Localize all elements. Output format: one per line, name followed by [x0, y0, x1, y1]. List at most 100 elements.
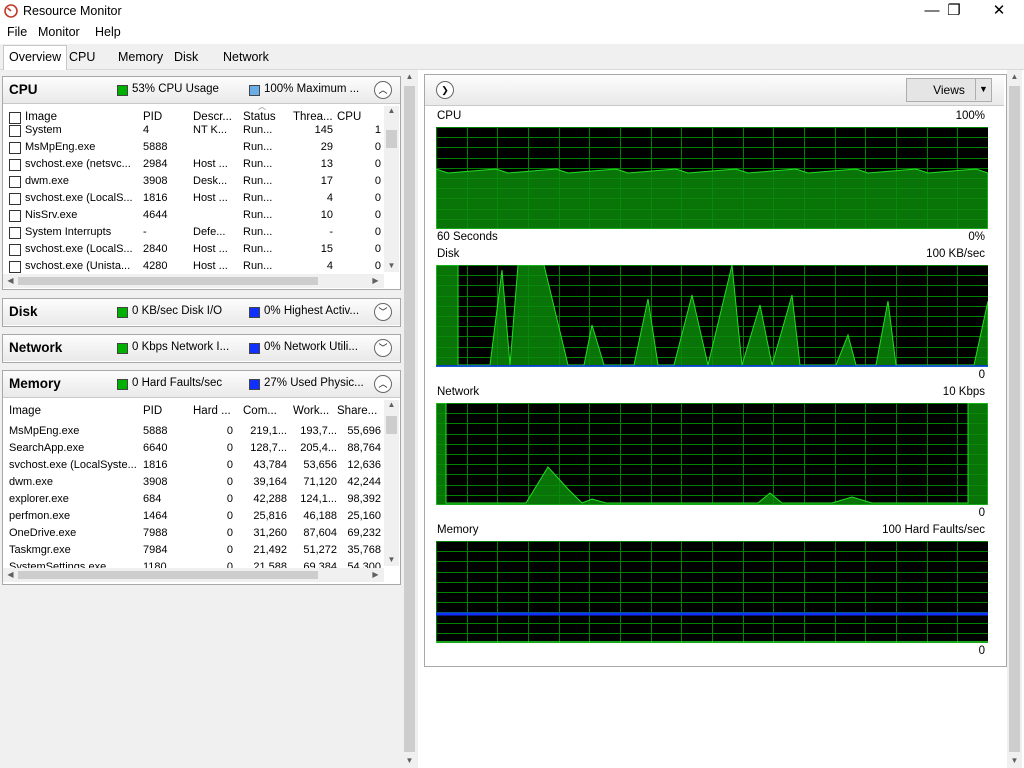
row-checkbox[interactable]: [9, 142, 21, 154]
table-cell: 42,244: [347, 476, 381, 488]
table-row[interactable]: dwm.exe 3908 Desk... Run... 17 0: [3, 173, 384, 190]
row-checkbox[interactable]: [9, 210, 21, 222]
row-checkbox[interactable]: [9, 159, 21, 171]
disk-section-header[interactable]: Disk 0 KB/sec Disk I/O 0% Highest Activ.…: [3, 299, 400, 325]
table-row[interactable]: explorer.exe 684 0 42,288 124,1... 98,392: [3, 491, 384, 508]
table-row[interactable]: MsMpEng.exe 5888 Run... 29 0: [3, 139, 384, 156]
scroll-down-arrow-icon[interactable]: ▼: [384, 555, 399, 564]
table-cell: 2984: [143, 158, 168, 170]
row-checkbox[interactable]: [9, 176, 21, 188]
table-cell: NisSrv.exe: [25, 209, 78, 221]
cpu-section-header[interactable]: CPU 53% CPU Usage 100% Maximum ... ︿: [3, 77, 400, 104]
table-cell: perfmon.exe: [9, 510, 71, 522]
memory-table-hscroll[interactable]: ◀ ▶: [3, 568, 384, 582]
table-row[interactable]: System Interrupts - Defe... Run... - 0: [3, 224, 384, 241]
table-cell: svchost.exe (LocalS...: [25, 192, 133, 204]
table-row[interactable]: svchost.exe (LocalSyste... 1816 0 43,784 53,…: [3, 457, 384, 474]
row-checkbox[interactable]: [9, 244, 21, 256]
tab-network[interactable]: Network: [218, 47, 274, 67]
row-checkbox[interactable]: [9, 227, 21, 239]
table-row[interactable]: System 4 NT K... Run... 145 1: [3, 122, 384, 139]
scroll-thumb[interactable]: [1009, 86, 1020, 752]
table-cell: 31,260: [253, 527, 287, 539]
memory-table-vscroll[interactable]: ▲ ▼: [384, 400, 399, 566]
cpu-table-vscroll[interactable]: ▲ ▼: [384, 106, 399, 272]
table-row[interactable]: dwm.exe 3908 0 39,164 71,120 42,244: [3, 474, 384, 491]
cpu-graph-time: 60 Seconds: [437, 231, 498, 243]
tab-cpu[interactable]: CPU: [64, 47, 100, 67]
scroll-thumb[interactable]: [18, 277, 318, 285]
scroll-up-arrow-icon[interactable]: ▲: [402, 72, 417, 81]
expand-chevron-down-icon[interactable]: ﹀: [374, 339, 392, 357]
right-pane-vscroll[interactable]: ▲ ▼: [1007, 70, 1022, 768]
table-row[interactable]: svchost.exe (Unista... 4280 Host ... Run...…: [3, 258, 384, 275]
table-cell: 53,656: [303, 459, 337, 471]
scroll-up-arrow-icon[interactable]: ▲: [1007, 72, 1022, 81]
column-header-work[interactable]: Work...: [293, 402, 337, 420]
menu-help[interactable]: Help: [95, 25, 121, 39]
tab-disk[interactable]: Disk: [169, 47, 203, 67]
disk-activity-stat: 0% Highest Activ...: [264, 305, 360, 317]
collapse-chevron-right-icon[interactable]: ❯: [436, 81, 454, 99]
table-cell: 98,392: [347, 493, 381, 505]
column-header-hard[interactable]: Hard ...: [193, 402, 233, 420]
table-row[interactable]: NisSrv.exe 4644 Run... 10 0: [3, 207, 384, 224]
scroll-up-arrow-icon[interactable]: ▲: [384, 106, 399, 115]
table-row[interactable]: perfmon.exe 1464 0 25,816 46,188 25,160: [3, 508, 384, 525]
table-cell: svchost.exe (Unista...: [25, 260, 131, 272]
column-header-com[interactable]: Com...: [243, 402, 287, 420]
row-checkbox[interactable]: [9, 125, 21, 137]
table-cell: 128,7...: [250, 442, 287, 454]
scroll-down-arrow-icon[interactable]: ▼: [1007, 756, 1022, 765]
cpu-graph-title: CPU: [437, 110, 462, 122]
scroll-right-arrow-icon[interactable]: ▶: [368, 276, 383, 285]
table-cell: svchost.exe (LocalSyste...: [9, 459, 137, 471]
network-section-title: Network: [9, 340, 63, 355]
menu-file[interactable]: File: [7, 25, 27, 39]
table-row[interactable]: svchost.exe (LocalS... 2840 Host ... Run...…: [3, 241, 384, 258]
scroll-down-arrow-icon[interactable]: ▼: [384, 261, 399, 270]
memory-process-table: Image PID Hard ... Com... Work... Share... MsM…: [3, 402, 384, 573]
scroll-left-arrow-icon[interactable]: ◀: [3, 276, 18, 285]
scroll-thumb[interactable]: [386, 416, 397, 434]
menu-monitor[interactable]: Monitor: [38, 25, 80, 39]
views-dropdown-arrow-icon[interactable]: ▼: [975, 78, 991, 100]
cpu-table-hscroll[interactable]: ◀ ▶: [3, 274, 384, 288]
tab-memory[interactable]: Memory: [113, 47, 168, 67]
table-row[interactable]: OneDrive.exe 7988 0 31,260 87,604 69,232: [3, 525, 384, 542]
collapse-chevron-up-icon[interactable]: ︿: [374, 375, 392, 393]
tab-overview[interactable]: Overview: [3, 45, 68, 70]
table-cell: 0: [374, 158, 381, 170]
memory-graph-title: Memory: [437, 524, 479, 536]
table-row[interactable]: Taskmgr.exe 7984 0 21,492 51,272 35,768: [3, 542, 384, 559]
green-swatch-icon: [117, 85, 128, 96]
table-row[interactable]: svchost.exe (LocalS... 1816 Host ... Run...…: [3, 190, 384, 207]
network-graph-max: 10 Kbps: [942, 386, 985, 398]
memory-section-header[interactable]: Memory 0 Hard Faults/sec 27% Used Physic…: [3, 371, 400, 398]
table-cell: 25,816: [253, 510, 287, 522]
table-cell: NT K...: [193, 124, 228, 136]
column-header-share[interactable]: Share...: [337, 402, 381, 420]
table-cell: 0: [226, 527, 233, 539]
table-row[interactable]: SearchApp.exe 6640 0 128,7... 205,4... 88,764: [3, 440, 384, 457]
scroll-up-arrow-icon[interactable]: ▲: [384, 400, 399, 409]
table-row[interactable]: svchost.exe (netsvc... 2984 Host ... Run...…: [3, 156, 384, 173]
close-button[interactable]: ✕: [976, 0, 1022, 22]
maximize-button[interactable]: ❐: [931, 0, 977, 22]
collapse-chevron-up-icon[interactable]: ︿: [374, 81, 392, 99]
scroll-left-arrow-icon[interactable]: ◀: [3, 570, 18, 579]
column-header-pid[interactable]: PID: [143, 402, 188, 420]
scroll-thumb[interactable]: [18, 571, 318, 579]
scroll-thumb[interactable]: [386, 130, 397, 148]
scroll-right-arrow-icon[interactable]: ▶: [368, 570, 383, 579]
network-section-header[interactable]: Network 0 Kbps Network I... 0% Network U…: [3, 335, 400, 361]
expand-chevron-down-icon[interactable]: ﹀: [374, 303, 392, 321]
column-header-image[interactable]: Image: [9, 402, 139, 420]
disk-graph-max: 100 KB/sec: [926, 248, 985, 260]
table-row[interactable]: MsMpEng.exe 5888 0 219,1... 193,7... 55,696: [3, 423, 384, 440]
scroll-thumb[interactable]: [404, 86, 415, 752]
row-checkbox[interactable]: [9, 261, 21, 273]
table-cell: Run...: [243, 175, 273, 187]
row-checkbox[interactable]: [9, 193, 21, 205]
scroll-down-arrow-icon[interactable]: ▼: [402, 756, 417, 765]
